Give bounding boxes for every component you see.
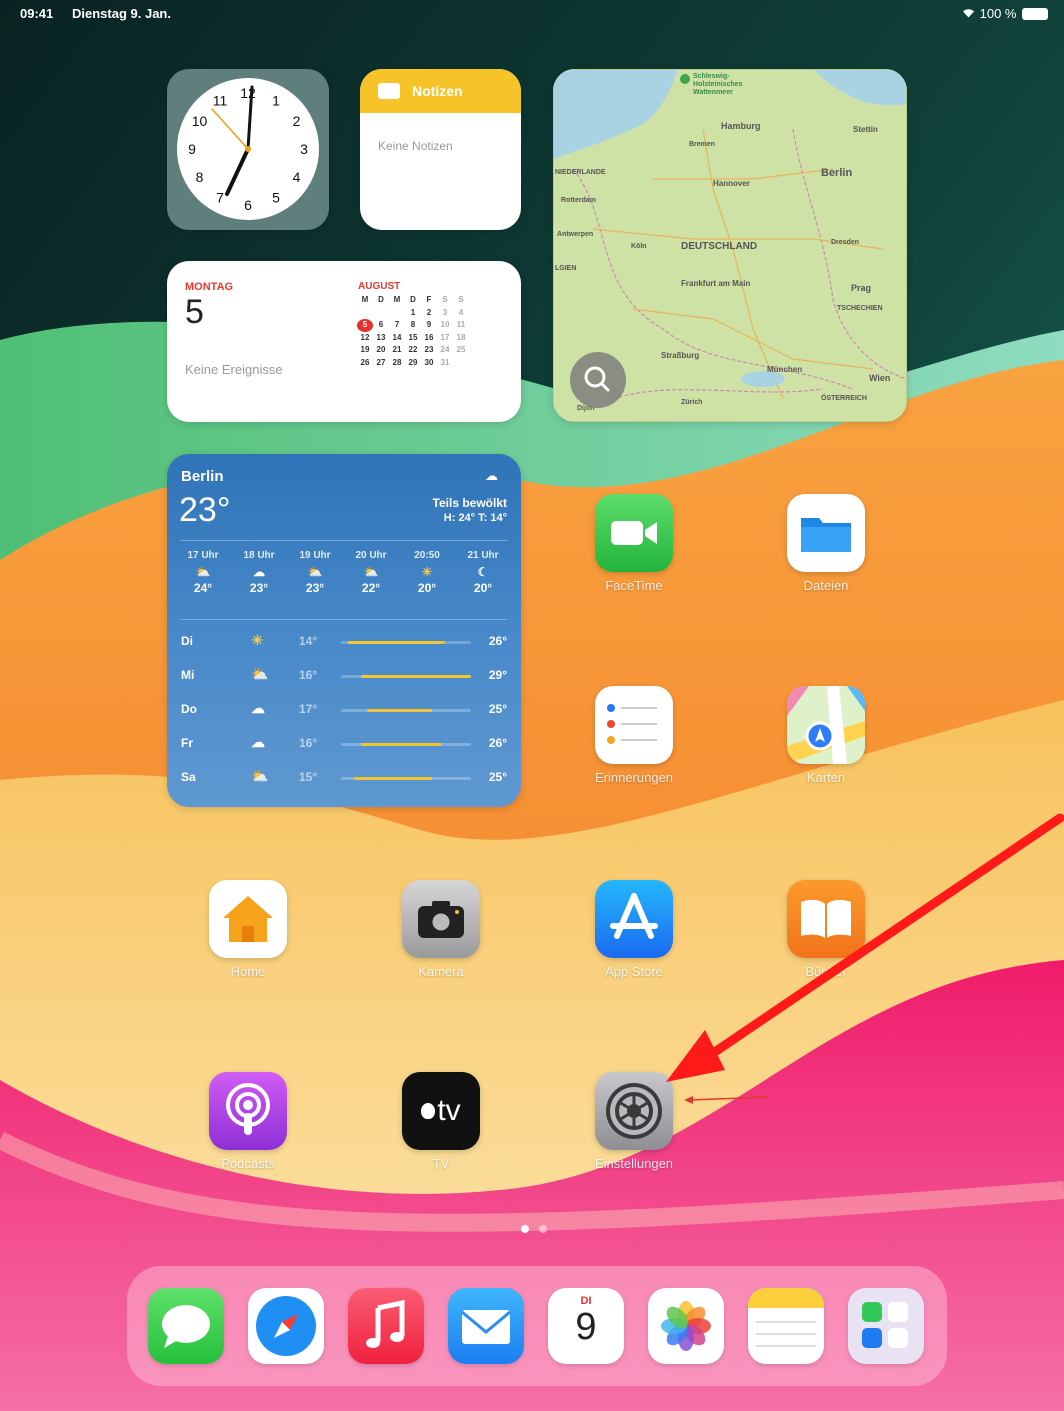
dock-photos[interactable] bbox=[648, 1288, 724, 1364]
notes-icon bbox=[748, 1288, 824, 1347]
dock-notes[interactable] bbox=[748, 1288, 824, 1364]
dock-messages[interactable] bbox=[148, 1288, 224, 1364]
page-dot-active bbox=[521, 1225, 529, 1233]
ipad-home-screen: 09:41 Dienstag 9. Jan. 100 % 12 1 2 3 4 5 6 7 8 9… bbox=[0, 0, 1064, 1411]
safari-icon bbox=[256, 1296, 316, 1356]
messages-icon bbox=[162, 1305, 210, 1348]
page-indicator[interactable] bbox=[521, 1225, 553, 1235]
dock-calendar-day: 9 bbox=[575, 1306, 597, 1348]
photos-icon bbox=[661, 1301, 711, 1351]
app-library-icon bbox=[862, 1302, 908, 1348]
dock-music[interactable] bbox=[348, 1288, 424, 1364]
dock-mail[interactable] bbox=[448, 1288, 524, 1364]
music-icon bbox=[366, 1299, 405, 1348]
dock-app-library[interactable] bbox=[848, 1288, 924, 1364]
mail-icon bbox=[461, 1310, 511, 1344]
annotation-arrow bbox=[666, 813, 1064, 1104]
dock-calendar[interactable]: DI 9 bbox=[548, 1288, 624, 1364]
dock-safari[interactable] bbox=[248, 1288, 324, 1364]
page-dot bbox=[539, 1225, 547, 1233]
